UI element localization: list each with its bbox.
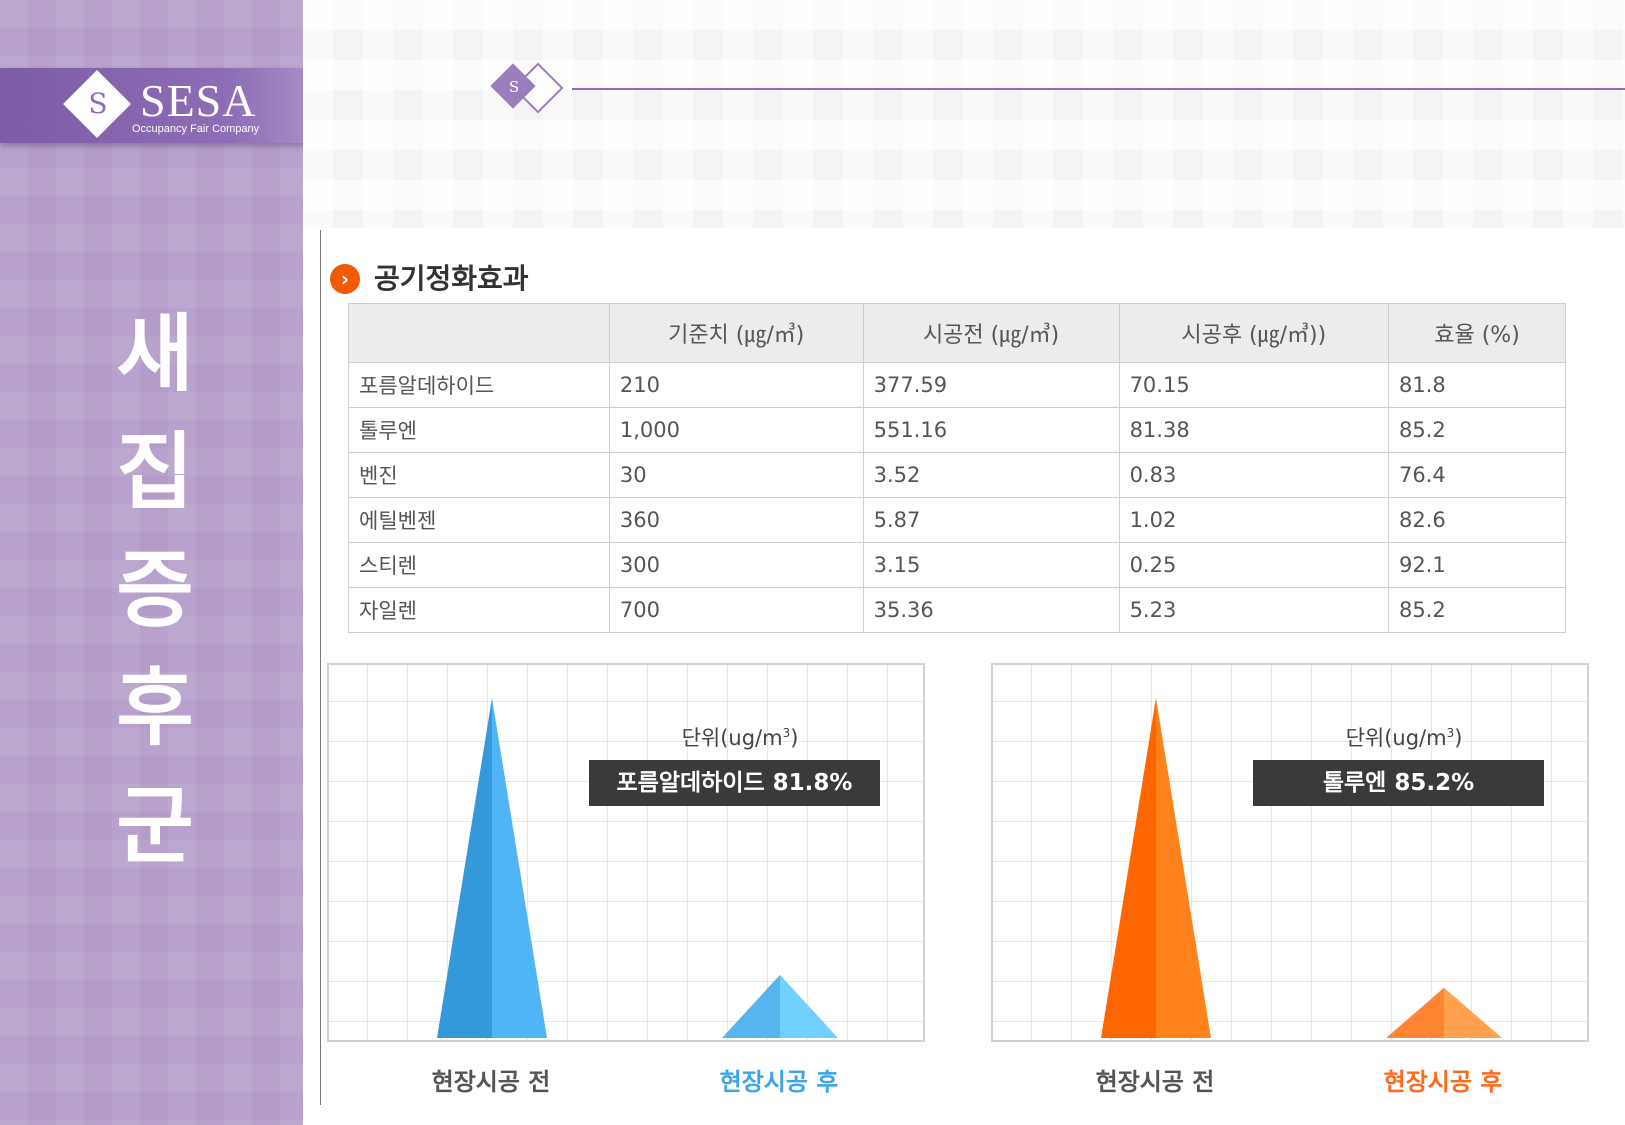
table-header: 시공전 (㎍/㎥) [862,303,1120,363]
logo-tagline: Occupancy Fair Company [132,123,260,135]
header-divider [572,88,1625,90]
chart-x-label: 현장시공 후 [719,1068,839,1096]
table-cell: 700 [608,587,864,633]
header-logo-mark: S [508,78,520,96]
table-cell: 30 [608,452,864,498]
table-cell: 5.23 [1118,587,1390,633]
chart-x-label: 현장시공 전 [1095,1068,1215,1096]
title-char: 군 [116,777,194,875]
chart-bar-right-face [1444,987,1502,1038]
table-cell: 92.1 [1388,542,1566,588]
chart-bar-left-face [1386,987,1444,1038]
table-cell: 벤진 [348,452,610,498]
table-row: 에틸벤젠 360 5.87 1.02 82.6 [348,497,1566,543]
table-cell: 에틸벤젠 [348,497,610,543]
table-cell: 3.52 [862,452,1120,498]
chart-bar-left-face [722,974,780,1038]
logo-mark: S [88,87,108,120]
table-row: 스티렌 300 3.15 0.25 92.1 [348,542,1566,588]
table-header: 효율 (%) [1388,303,1566,363]
table-row: 벤진 30 3.52 0.83 76.4 [348,452,1566,498]
table-cell: 자일렌 [348,587,610,633]
chart-bar-right-face [1156,698,1211,1038]
table-cell: 0.83 [1118,452,1390,498]
table-header: 기준치 (㎍/㎥) [608,303,864,363]
chart-toluene [991,663,1589,1042]
chart-unit-label: 단위(ug/m3) [681,726,799,750]
table-cell: 360 [608,497,864,543]
section-title: 공기정화효과 [374,262,529,295]
title-char: 후 [116,659,194,757]
vertical-title: 새 집 증 후 군 [110,295,200,885]
chart-bar-right-face [780,974,838,1038]
chart-bar-left-face [437,698,492,1038]
table-cell: 210 [608,362,864,408]
table-cell: 81.38 [1118,407,1390,453]
table-cell: 81.8 [1388,362,1566,408]
table-cell: 포름알데하이드 [348,362,610,408]
table-cell: 35.36 [862,587,1120,633]
table-cell: 0.25 [1118,542,1390,588]
chart-unit-label: 단위(ug/m3) [1345,726,1463,750]
title-char: 집 [116,423,194,521]
table-cell: 스티렌 [348,542,610,588]
chart-x-label: 현장시공 전 [431,1068,551,1096]
table-cell: 300 [608,542,864,588]
table-cell: 551.16 [862,407,1120,453]
chart-bar-right-face [492,698,547,1038]
chart-bar-left-face [1101,698,1156,1038]
chart-formaldehyde [327,663,925,1042]
table-header [348,303,610,363]
table-cell: 85.2 [1388,587,1566,633]
table-header: 시공후 (㎍/㎥)) [1118,303,1390,363]
table-cell: 톨루엔 [348,407,610,453]
table-cell: 377.59 [862,362,1120,408]
chart-result-badge: 톨루엔 85.2% [1253,760,1544,806]
table-header-row: 기준치 (㎍/㎥) 시공전 (㎍/㎥) 시공후 (㎍/㎥)) 효율 (%) [348,303,1566,363]
logo-name: SESA [140,75,257,126]
table-cell: 1,000 [608,407,864,453]
table-row: 자일렌 700 35.36 5.23 85.2 [348,587,1566,633]
title-char: 증 [116,541,194,639]
table-cell: 85.2 [1388,407,1566,453]
air-purification-table: 기준치 (㎍/㎥) 시공전 (㎍/㎥) 시공후 (㎍/㎥)) 효율 (%) 포름… [348,303,1566,633]
content-border [320,230,321,1105]
header-background [303,0,1625,228]
table-row: 포름알데하이드 210 377.59 70.15 81.8 [348,362,1566,408]
table-cell: 70.15 [1118,362,1390,408]
table-cell: 3.15 [862,542,1120,588]
chevron-right-icon: › [330,264,360,294]
table-cell: 1.02 [1118,497,1390,543]
table-cell: 82.6 [1388,497,1566,543]
table-cell: 76.4 [1388,452,1566,498]
chart-x-label: 현장시공 후 [1383,1068,1503,1096]
title-char: 새 [116,305,194,403]
chart-result-badge: 포름알데하이드 81.8% [589,760,880,806]
table-row: 톨루엔 1,000 551.16 81.38 85.2 [348,407,1566,453]
table-cell: 5.87 [862,497,1120,543]
